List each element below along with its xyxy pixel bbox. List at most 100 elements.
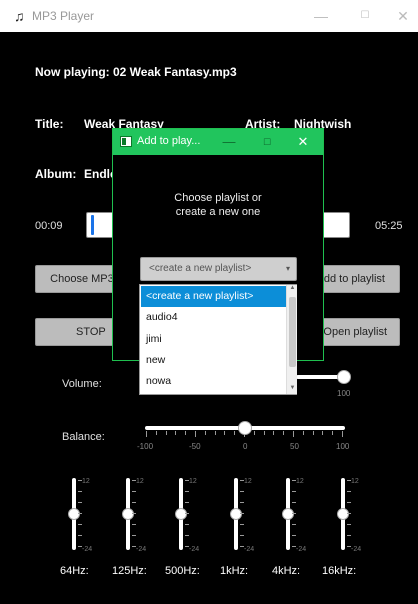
dropdown-option[interactable]: audio4 [141, 307, 286, 328]
eq-tick [78, 535, 82, 536]
eq-tick [185, 491, 189, 492]
eq-top-label: 12 [136, 478, 144, 485]
dialog-minimize-button[interactable]: — [217, 131, 241, 153]
eq-band-64hz: 12 -24 64Hz: [60, 478, 100, 588]
eq-tick [185, 502, 189, 503]
eq-bottom-label: -24 [296, 546, 307, 553]
dropdown-option[interactable]: nowa [141, 371, 286, 392]
balance-tick [234, 431, 236, 435]
eq-bottom-label: -24 [351, 546, 362, 553]
eq-knob[interactable] [175, 508, 187, 520]
eq-band-16khz: 12 -24 16kHz: [322, 478, 372, 588]
dropdown-option[interactable]: jimi [141, 329, 286, 350]
eq-bottom-label: -24 [136, 546, 147, 553]
eq-tick [240, 491, 244, 492]
balance-tick [283, 431, 285, 435]
eq-tick [132, 546, 136, 547]
eq-band-label: 1kHz: [220, 565, 249, 577]
window-icon [120, 136, 132, 147]
balance-knob[interactable] [238, 421, 252, 435]
playlist-combo[interactable]: <create a new playlist> ▾ [140, 257, 297, 281]
eq-tick [240, 502, 244, 503]
eq-band-4khz: 12 -24 4kHz: [270, 478, 315, 588]
balance-tick [146, 431, 147, 437]
current-time: 00:09 [35, 220, 63, 232]
eq-tick [347, 491, 351, 492]
eq-knob[interactable] [337, 508, 349, 520]
balance-tick [302, 431, 304, 435]
eq-tick [185, 535, 189, 536]
window-title: MP3 Player [32, 9, 95, 23]
title-label: Title: [35, 117, 64, 131]
balance-tick [312, 431, 314, 435]
dropdown-scrollbar[interactable]: ▲ ▼ [286, 285, 297, 394]
eq-tick [240, 535, 244, 536]
balance-tick [273, 431, 275, 435]
balance-tick [204, 431, 206, 435]
eq-tick [347, 524, 351, 525]
volume-label: Volume: [62, 378, 102, 390]
eq-band-1khz: 12 -24 1kHz: [218, 478, 263, 588]
progress-marker[interactable] [91, 215, 94, 235]
dialog-message-line2: create a new one [175, 206, 261, 218]
scrollbar-thumb[interactable] [289, 297, 296, 367]
total-time: 05:25 [375, 220, 403, 232]
balance-tick [175, 431, 177, 435]
dialog-message-line1: Choose playlist or [174, 192, 262, 204]
eq-band-125hz: 12 -24 125Hz: [112, 478, 157, 588]
eq-tick [132, 513, 136, 514]
now-playing-label: Now playing: 02 Weak Fantasy.mp3 [35, 65, 237, 79]
dropdown-option[interactable]: new [141, 350, 286, 371]
eq-band-label: 500Hz: [165, 565, 200, 577]
eq-bottom-label: -24 [189, 546, 200, 553]
eq-tick [347, 502, 351, 503]
dialog-titlebar[interactable]: Add to play... — ☐ ✕ [113, 129, 323, 155]
dropdown-option[interactable]: <create a new playlist> [141, 286, 286, 307]
eq-knob[interactable] [68, 508, 80, 520]
window-titlebar[interactable]: ♫ MP3 Player — ☐ ✕ [0, 0, 418, 32]
eq-tick [78, 502, 82, 503]
eq-band-label: 64Hz: [60, 565, 89, 577]
volume-max-label: 100 [337, 389, 351, 398]
eq-tick [132, 535, 136, 536]
eq-knob[interactable] [282, 508, 294, 520]
balance-tick-label-0: 0 [243, 442, 248, 451]
close-button[interactable]: ✕ [388, 4, 418, 28]
eq-tick [240, 513, 244, 514]
eq-top-label: 12 [244, 478, 252, 485]
balance-tick-label-minus50: -50 [189, 442, 201, 451]
eq-tick [347, 480, 351, 481]
eq-tick [78, 513, 82, 514]
scroll-down-icon[interactable]: ▼ [288, 385, 297, 391]
balance-tick [342, 431, 343, 437]
maximize-button[interactable]: ☐ [350, 4, 380, 28]
eq-top-label: 12 [82, 478, 90, 485]
balance-tick [155, 431, 157, 435]
eq-tick [292, 546, 296, 547]
eq-tick [185, 480, 189, 481]
eq-band-label: 125Hz: [112, 565, 147, 577]
eq-tick [292, 502, 296, 503]
balance-tick [165, 431, 167, 435]
album-label: Album: [35, 167, 77, 181]
dialog-close-button[interactable]: ✕ [291, 131, 315, 153]
volume-knob[interactable] [337, 370, 351, 384]
playlist-dropdown: <create a new playlist> audio4 jimi new … [139, 284, 297, 395]
dialog-maximize-button[interactable]: ☐ [255, 131, 279, 153]
balance-tick [322, 431, 324, 435]
minimize-button[interactable]: — [306, 4, 336, 28]
dialog-message: Choose playlist or create a new one [113, 191, 323, 219]
eq-tick [78, 480, 82, 481]
eq-top-label: 12 [296, 478, 304, 485]
dialog-title: Add to play... [137, 135, 201, 147]
eq-bottom-label: -24 [244, 546, 255, 553]
scroll-up-icon[interactable]: ▲ [288, 285, 297, 291]
eq-tick [292, 480, 296, 481]
balance-tick [214, 431, 216, 435]
balance-tick-label-50: 50 [290, 442, 299, 451]
balance-tick [263, 431, 265, 435]
balance-tick-label-100: 100 [336, 442, 350, 451]
eq-knob[interactable] [230, 508, 242, 520]
music-note-icon: ♫ [14, 8, 25, 24]
eq-knob[interactable] [122, 508, 134, 520]
